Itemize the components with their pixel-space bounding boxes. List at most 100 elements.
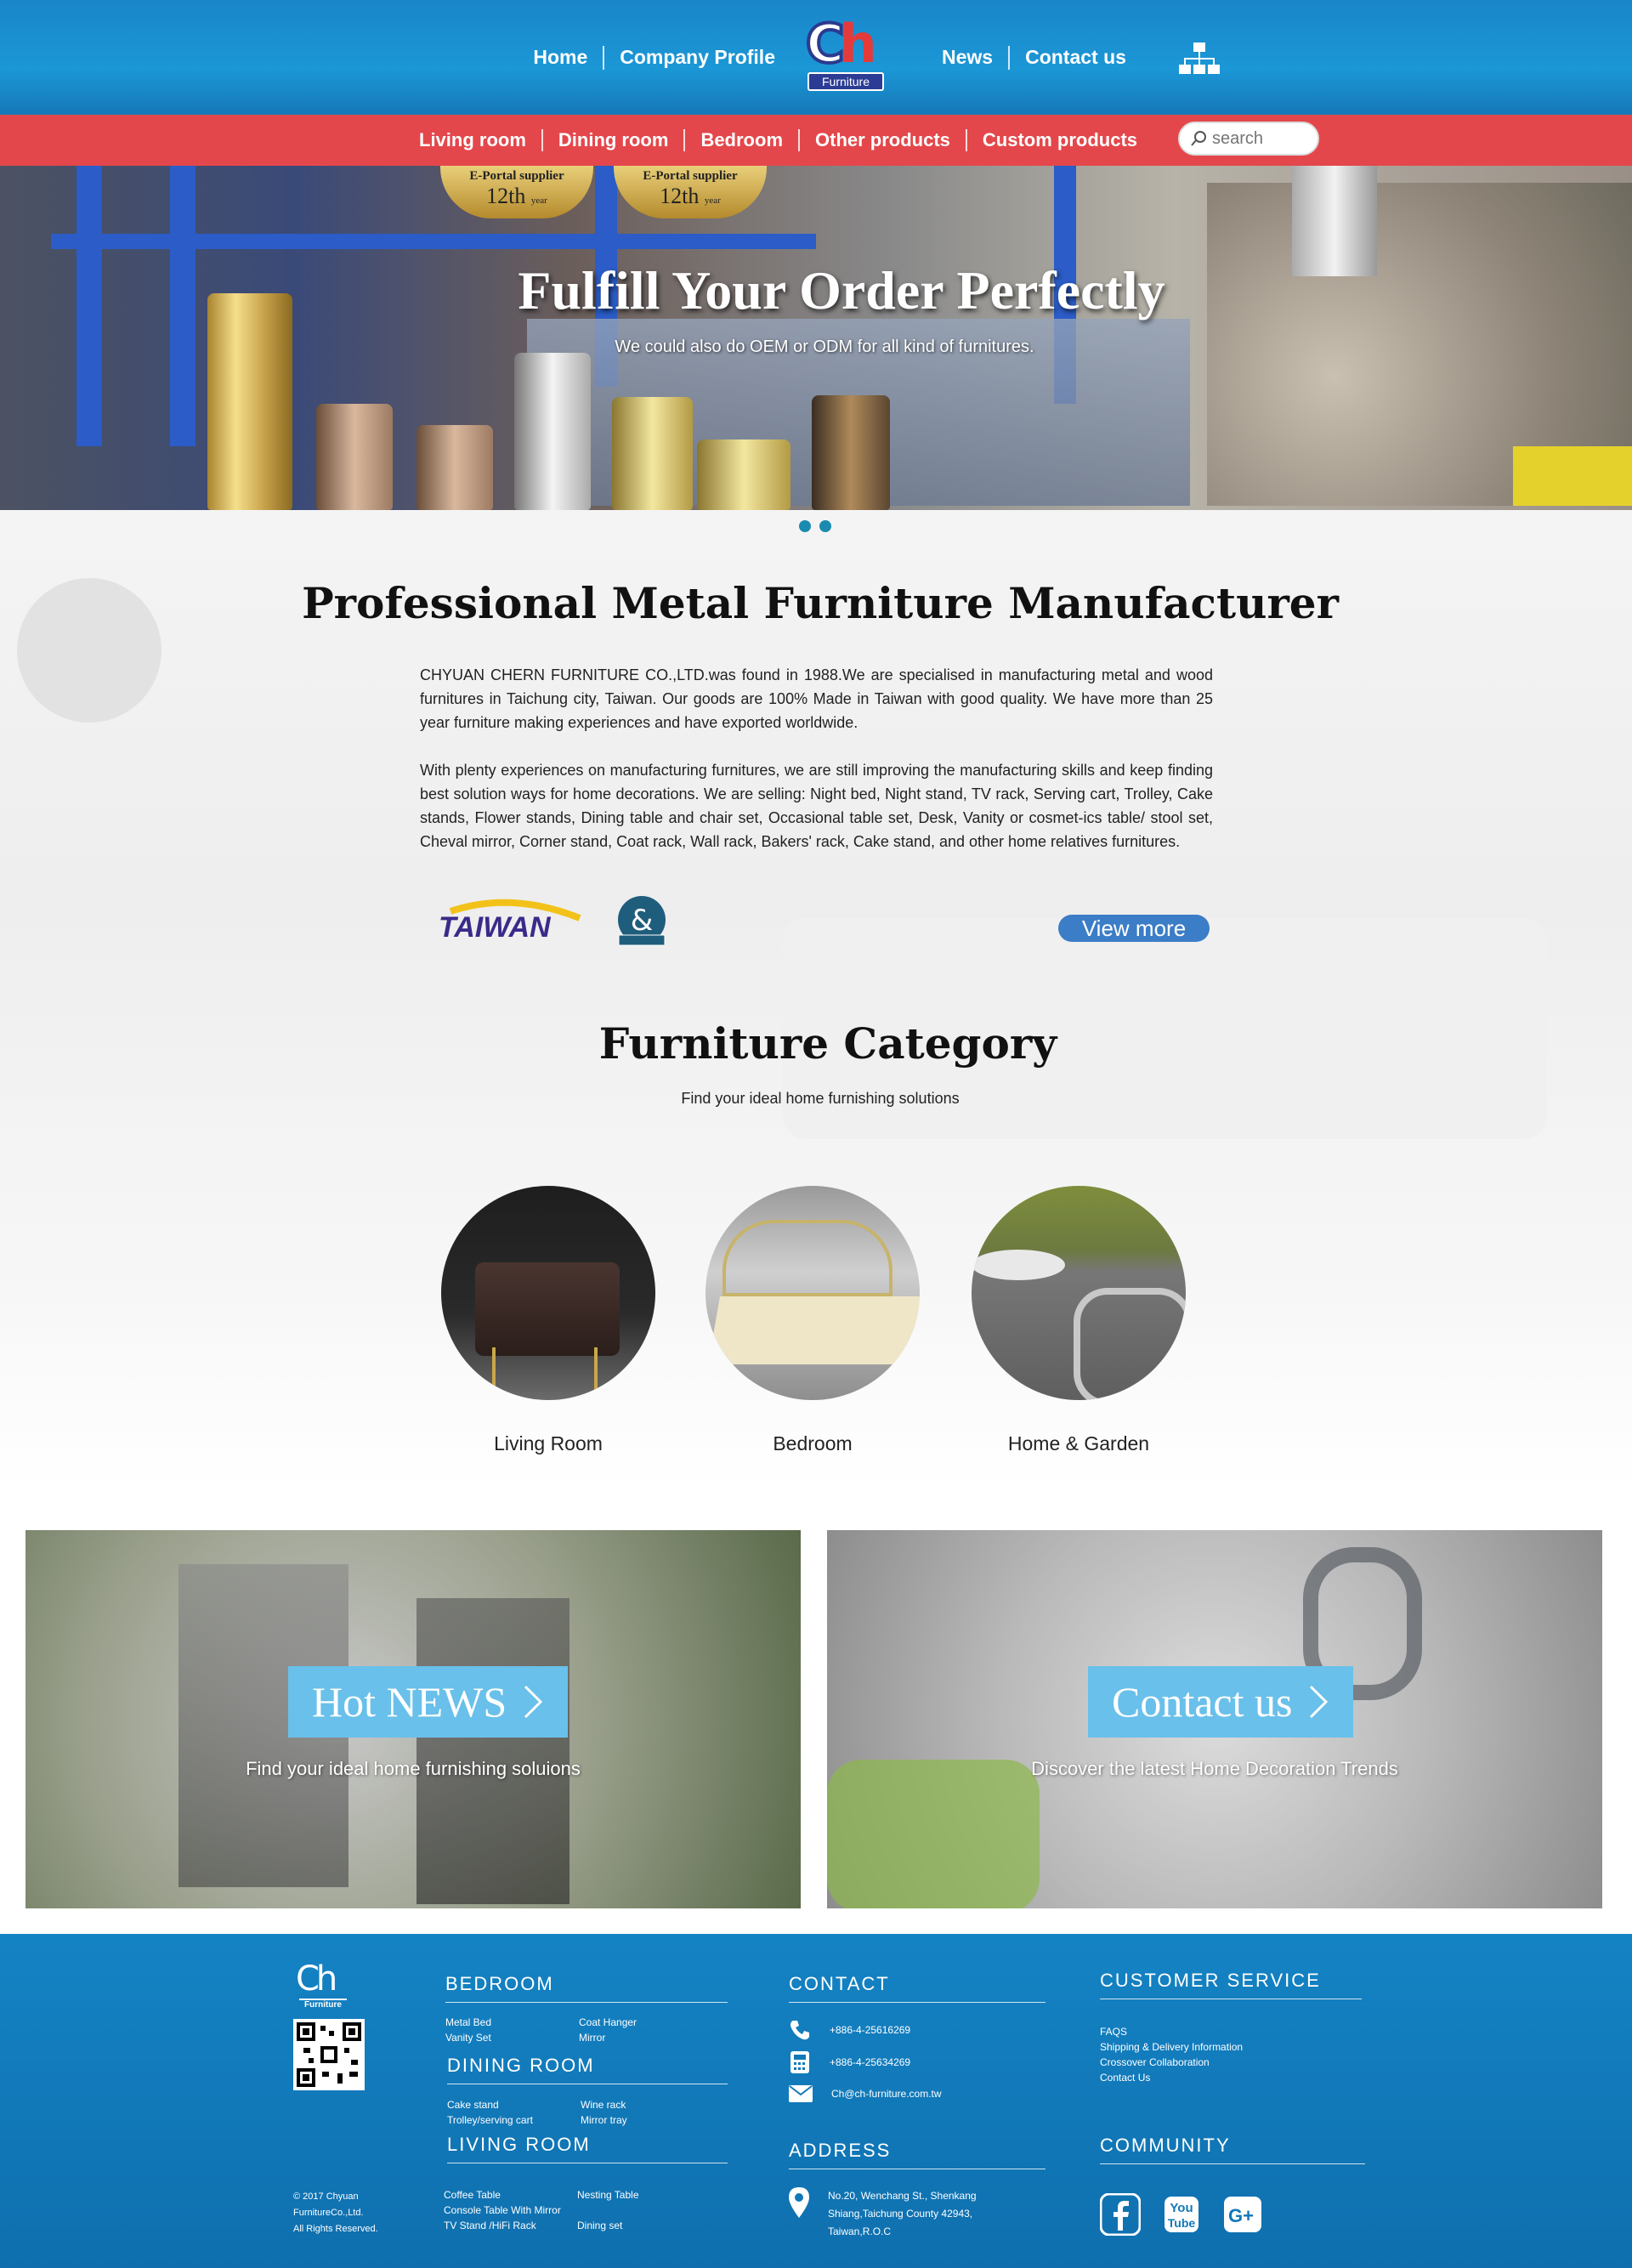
category-title: Furniture Category [598, 1018, 1057, 1069]
category-custom-products-link[interactable]: Custom products [967, 129, 1153, 151]
badge-label: E-Portal supplier [469, 169, 564, 183]
category-label[interactable]: Home & Garden [972, 1432, 1186, 1455]
living-room-image[interactable] [441, 1186, 655, 1400]
view-more-button[interactable]: View more [1058, 915, 1210, 942]
made-in-taiwan-logo: TAIWAN [439, 899, 581, 944]
google-plus-icon[interactable]: G+ [1222, 2193, 1263, 2236]
qr-code [293, 2019, 365, 2090]
footer-link[interactable]: Coat Hanger [579, 2015, 706, 2030]
email-address[interactable]: Ch@ch-furniture.com.tw [831, 2088, 942, 2100]
hero-metal-tube [316, 404, 393, 510]
hot-news-caption: Find your ideal home furnishing soluions [246, 1758, 581, 1779]
contact-panel[interactable]: Contact us Discover the latest Home Deco… [827, 1530, 1602, 1908]
search-icon[interactable] [1190, 130, 1207, 147]
envelope-icon [789, 2085, 813, 2102]
category-other-products-link[interactable]: Other products [800, 129, 966, 151]
category-nav: Living room Dining room Bedroom Other pr… [404, 115, 1153, 166]
footer-link[interactable]: TV Stand /HiFi Rack [444, 2218, 577, 2233]
slider-dot[interactable] [799, 520, 811, 532]
footer-link[interactable]: Console Table With Mirror [444, 2203, 577, 2218]
about-paragraph: CHYUAN CHERN FURNITURE CO.,LTD.was found… [420, 666, 1213, 731]
category-label[interactable]: Living Room [441, 1432, 655, 1455]
category-card-bedroom[interactable]: Bedroom [706, 1186, 920, 1455]
contact-caption: Discover the latest Home Decoration Tren… [1031, 1758, 1398, 1779]
home-garden-image[interactable] [972, 1186, 1186, 1400]
bed-frame [722, 1220, 892, 1296]
supplier-badge: E-Portal supplier 12th year [440, 166, 593, 218]
taiwan-logo-text: TAIWAN [439, 911, 552, 944]
footer-link[interactable]: Wine rack [581, 2097, 708, 2112]
hero-metal-tube [416, 425, 493, 510]
youtube-icon[interactable]: You Tube [1161, 2193, 1202, 2236]
footer-link [577, 2203, 705, 2218]
hero-subtitle: We could also do OEM or ODM for all kind… [615, 337, 1034, 356]
svg-text:G+: G+ [1228, 2205, 1254, 2226]
location-pin-icon [789, 2187, 809, 2218]
nav-home-link[interactable]: Home [518, 46, 603, 69]
address-line: No.20, Wenchang St., Shenkang [828, 2190, 977, 2202]
chair-shape [475, 1262, 620, 1356]
footer-link[interactable]: Mirror [579, 2030, 706, 2045]
hero-metal-tube [514, 353, 591, 510]
footer-bedroom-heading: BEDROOM [445, 1973, 728, 2003]
garden-chair [1074, 1288, 1186, 1400]
sitemap-icon[interactable] [1178, 43, 1221, 78]
footer-fax[interactable]: +886-4-25634269 [789, 2050, 910, 2075]
bed-mattress [707, 1296, 920, 1364]
panel-background-shape [416, 1598, 570, 1904]
footer-dining-heading: DINING ROOM [447, 2055, 728, 2084]
copyright-line: © 2017 Chyuan [293, 2191, 359, 2202]
chair-leg [492, 1347, 496, 1398]
footer-living-links: Coffee Table Nesting Table Console Table… [444, 2187, 705, 2233]
search-input[interactable] [1212, 128, 1306, 149]
footer-logo[interactable]: Ch Furniture [296, 1959, 355, 2010]
slider-dot[interactable] [819, 520, 831, 532]
hero-machine-frame [51, 234, 816, 249]
footer-link[interactable]: Shipping & Delivery Information [1100, 2039, 1243, 2055]
category-dining-room-link[interactable]: Dining room [543, 129, 684, 151]
address-line: Shiang,Taichung County 42943, [828, 2208, 973, 2220]
copyright: © 2017 Chyuan FurnitureCo.,Ltd. All Righ… [293, 2189, 378, 2237]
hot-news-panel[interactable]: Hot NEWS Find your ideal home furnishing… [26, 1530, 801, 1908]
nav-company-profile-link[interactable]: Company Profile [604, 46, 790, 69]
bedroom-image[interactable] [706, 1186, 920, 1400]
category-label[interactable]: Bedroom [706, 1432, 920, 1455]
garden-table [972, 1250, 1065, 1280]
search-box[interactable] [1178, 122, 1319, 156]
footer-link[interactable]: FAQS [1100, 2024, 1243, 2039]
fax-number[interactable]: +886-4-25634269 [830, 2056, 910, 2068]
footer-link[interactable]: Vanity Set [445, 2030, 579, 2045]
logo-mark: Ch [804, 11, 877, 77]
address-text: No.20, Wenchang St., Shenkang Shiang,Tai… [828, 2187, 977, 2241]
hot-news-button[interactable]: Hot NEWS [288, 1666, 569, 1738]
footer: Ch Furniture © 2017 Chyuan FurnitureCo.,… [0, 1934, 1632, 2268]
footer-phone[interactable]: +886-4-25616269 [789, 2019, 910, 2041]
facebook-icon[interactable] [1100, 2193, 1141, 2236]
category-bar: Living room Dining room Bedroom Other pr… [0, 115, 1632, 166]
nav-news-link[interactable]: News [926, 46, 1008, 69]
footer-link[interactable]: Nesting Table [577, 2187, 705, 2203]
nav-contact-link[interactable]: Contact us [1010, 46, 1142, 69]
hero-machine-base [1513, 446, 1632, 506]
top-nav-left: Home Company Profile [518, 0, 790, 115]
category-card-home-garden[interactable]: Home & Garden [972, 1186, 1186, 1455]
site-logo[interactable]: Ch Furniture [799, 11, 892, 98]
contact-us-button[interactable]: Contact us [1088, 1666, 1354, 1738]
footer-link[interactable]: Dining set [577, 2218, 705, 2233]
footer-link[interactable]: Trolley/serving cart [447, 2112, 581, 2128]
footer-email[interactable]: Ch@ch-furniture.com.tw [789, 2085, 942, 2102]
address-line: Taiwan,R.O.C [828, 2225, 892, 2237]
category-living-room-link[interactable]: Living room [404, 129, 541, 151]
phone-number[interactable]: +886-4-25616269 [830, 2024, 910, 2036]
footer-link[interactable]: Mirror tray [581, 2112, 708, 2128]
logo-subtitle: Furniture [808, 72, 884, 91]
footer-link[interactable]: Metal Bed [445, 2015, 579, 2030]
contact-us-label: Contact us [1112, 1678, 1293, 1726]
footer-link[interactable]: Crossover Collaboration [1100, 2055, 1243, 2070]
category-card-living-room[interactable]: Living Room [441, 1186, 655, 1455]
about-text: CHYUAN CHERN FURNITURE CO.,LTD.was found… [420, 663, 1213, 853]
footer-link[interactable]: Coffee Table [444, 2187, 577, 2203]
footer-link[interactable]: Contact Us [1100, 2070, 1243, 2085]
footer-link[interactable]: Cake stand [447, 2097, 581, 2112]
category-bedroom-link[interactable]: Bedroom [685, 129, 798, 151]
